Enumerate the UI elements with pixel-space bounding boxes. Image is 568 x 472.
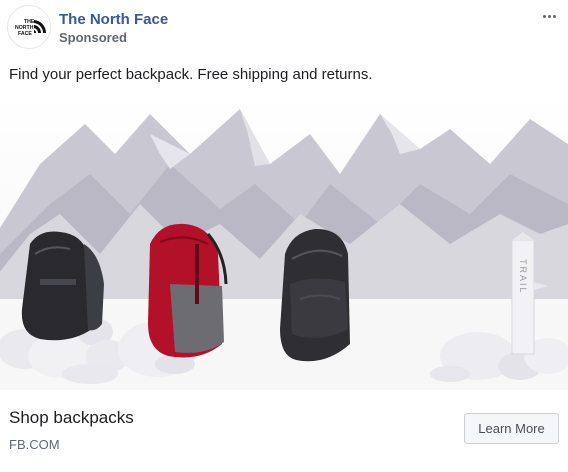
sponsored-label[interactable]: Sponsored — [59, 30, 127, 46]
trail-marker-text: TRAIL — [518, 259, 528, 295]
logo-line-3: FACE — [18, 31, 32, 37]
post-header: THE NORTH FACE The North Face Sponsored — [0, 0, 568, 58]
page-name-link[interactable]: The North Face — [59, 11, 168, 29]
north-face-logo: THE NORTH FACE — [8, 6, 50, 48]
post-caption: Find your perfect backpack. Free shippin… — [9, 66, 373, 83]
more-options-button[interactable] — [538, 8, 560, 24]
red-backpack — [148, 223, 228, 358]
charcoal-backpack — [280, 228, 350, 362]
learn-more-button[interactable]: Learn More — [464, 413, 559, 444]
cta-title[interactable]: Shop backpacks — [9, 408, 134, 428]
ellipsis-horizontal-icon — [542, 14, 546, 18]
cta-bar: Shop backpacks FB.COM Learn More — [0, 390, 568, 472]
advertiser-avatar[interactable]: THE NORTH FACE — [7, 5, 51, 49]
cta-domain: FB.COM — [9, 437, 60, 452]
ad-image[interactable]: TRAIL — [0, 94, 568, 390]
backpacks-scene: TRAIL — [0, 94, 568, 390]
